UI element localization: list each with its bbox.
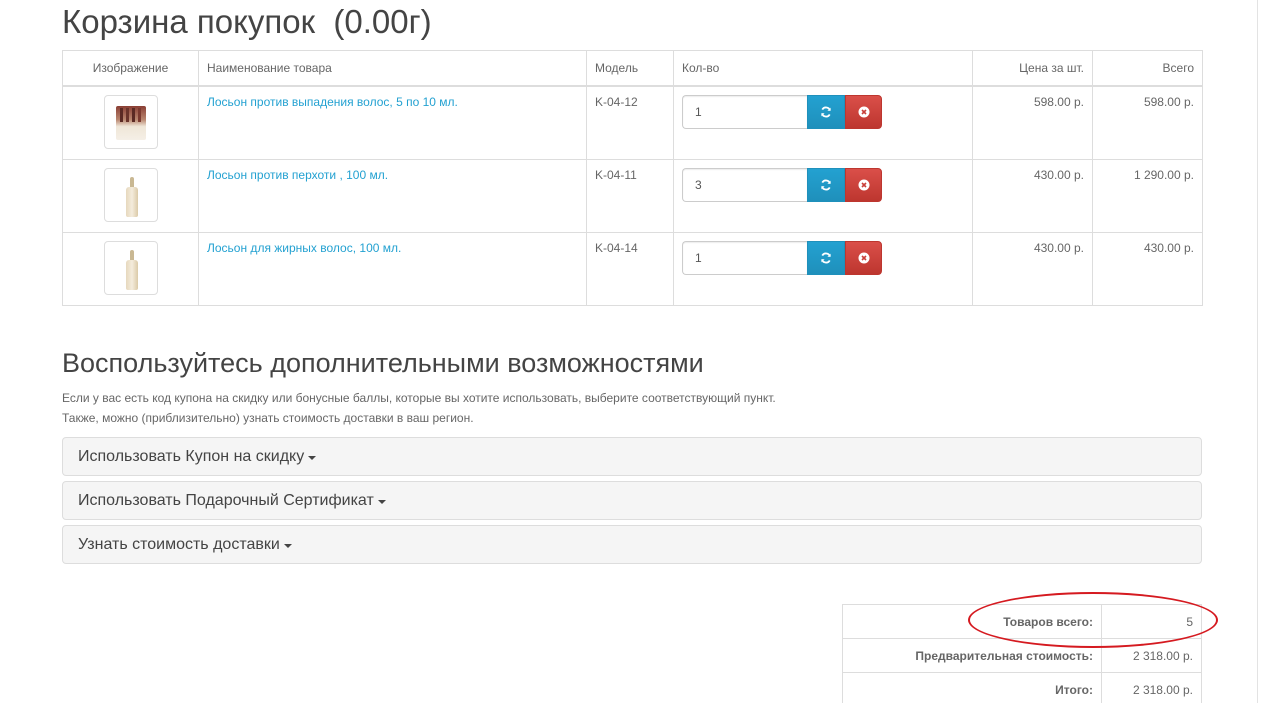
scrollbar-track[interactable] <box>1257 0 1258 703</box>
totals-subtotal-value: 2 318.00 р. <box>1101 638 1202 673</box>
coupon-panel-toggle[interactable]: Использовать Купон на скидку <box>62 437 1202 476</box>
totals-items-label: Товаров всего: <box>842 604 1102 639</box>
totals-table: Товаров всего: 5 Предварительная стоимос… <box>842 604 1202 703</box>
remove-circle-icon <box>858 252 869 263</box>
header-quantity: Кол-во <box>673 50 973 87</box>
voucher-panel-label: Использовать Подарочный Сертификат <box>78 491 374 509</box>
cart-image-cell <box>62 231 199 306</box>
cart-table: Изображение Наименование товара Модель К… <box>62 50 1203 306</box>
cart-header-row: Изображение Наименование товара Модель К… <box>62 50 1203 87</box>
totals-subtotal-label: Предварительная стоимость: <box>842 638 1102 673</box>
page-title: Корзина покупок (0.00г) <box>62 3 432 40</box>
header-unit-price: Цена за шт. <box>972 50 1093 87</box>
product-model: K-04-12 <box>586 85 674 160</box>
update-quantity-button[interactable] <box>807 240 845 275</box>
extras-description: Если у вас есть код купона на скидку или… <box>62 388 776 428</box>
cart-name-cell: Лосьон против перхоти , 100 мл. <box>198 158 587 233</box>
quantity-input[interactable] <box>682 167 807 202</box>
product-total: 598.00 р. <box>1092 85 1203 160</box>
product-model: K-04-11 <box>586 158 674 233</box>
quantity-group <box>682 95 882 129</box>
remove-circle-icon <box>858 179 869 190</box>
caret-down-icon <box>308 455 317 460</box>
cart-row: Лосьон для жирных волос, 100 мл. K-04-14 <box>62 231 1203 306</box>
header-model: Модель <box>586 50 674 87</box>
product-link[interactable]: Лосьон против перхоти , 100 мл. <box>207 168 388 182</box>
quantity-group <box>682 167 882 202</box>
refresh-icon <box>821 252 831 263</box>
totals-grand-value: 2 318.00 р. <box>1101 672 1202 703</box>
totals-row: Итого: 2 318.00 р. <box>842 672 1202 703</box>
product-unit-price: 430.00 р. <box>972 231 1093 306</box>
refresh-icon <box>821 106 831 118</box>
update-quantity-button[interactable] <box>807 167 845 202</box>
cart-image-cell <box>62 85 199 160</box>
cart-qty-cell <box>673 158 973 233</box>
extras-description-line: Если у вас есть код купона на скидку или… <box>62 391 776 405</box>
header-total: Всего <box>1092 50 1203 87</box>
cart-row: Лосьон против перхоти , 100 мл. K-04-11 <box>62 158 1203 233</box>
product-thumbnail[interactable] <box>103 95 158 149</box>
cart-name-cell: Лосьон для жирных волос, 100 мл. <box>198 231 587 306</box>
quantity-group <box>682 240 882 275</box>
extras-description-line: Также, можно (приблизительно) узнать сто… <box>62 411 474 425</box>
product-link[interactable]: Лосьон для жирных волос, 100 мл. <box>207 241 401 255</box>
cart-row: Лосьон против выпадения волос, 5 по 10 м… <box>62 85 1203 160</box>
quantity-input[interactable] <box>682 240 807 275</box>
header-image: Изображение <box>62 50 199 87</box>
remove-item-button[interactable] <box>845 240 882 275</box>
totals-row: Товаров всего: 5 <box>842 604 1202 639</box>
quantity-input[interactable] <box>682 95 807 129</box>
product-model: K-04-14 <box>586 231 674 306</box>
ampoule-pack-image <box>115 106 146 140</box>
product-total: 1 290.00 р. <box>1092 158 1203 233</box>
remove-item-button[interactable] <box>845 95 882 129</box>
caret-down-icon <box>377 499 386 504</box>
product-unit-price: 598.00 р. <box>972 85 1093 160</box>
caret-down-icon <box>283 543 292 548</box>
extras-accordion: Использовать Купон на скидку Использоват… <box>62 437 1202 569</box>
extras-title: Воспользуйтесь дополнительными возможнос… <box>62 348 704 378</box>
totals-grand-label: Итого: <box>842 672 1102 703</box>
product-unit-price: 430.00 р. <box>972 158 1093 233</box>
bottle-image <box>125 249 138 290</box>
remove-item-button[interactable] <box>845 167 882 202</box>
shipping-panel-toggle[interactable]: Узнать стоимость доставки <box>62 525 1202 564</box>
shipping-panel-label: Узнать стоимость доставки <box>78 535 280 553</box>
remove-circle-icon <box>858 106 869 118</box>
product-thumbnail[interactable] <box>103 167 158 222</box>
product-total: 430.00 р. <box>1092 231 1203 306</box>
cart-name-cell: Лосьон против выпадения волос, 5 по 10 м… <box>198 85 587 160</box>
cart-qty-cell <box>673 85 973 160</box>
update-quantity-button[interactable] <box>807 95 845 129</box>
totals-items-value: 5 <box>1101 604 1202 639</box>
totals-row: Предварительная стоимость: 2 318.00 р. <box>842 638 1202 673</box>
voucher-panel-toggle[interactable]: Использовать Подарочный Сертификат <box>62 481 1202 520</box>
product-link[interactable]: Лосьон против выпадения волос, 5 по 10 м… <box>207 95 458 109</box>
cart-image-cell <box>62 158 199 233</box>
bottle-image <box>125 176 138 217</box>
coupon-panel-label: Использовать Купон на скидку <box>78 447 305 465</box>
product-thumbnail[interactable] <box>103 240 158 295</box>
header-name: Наименование товара <box>198 50 587 87</box>
cart-qty-cell <box>673 231 973 306</box>
refresh-icon <box>821 179 831 190</box>
